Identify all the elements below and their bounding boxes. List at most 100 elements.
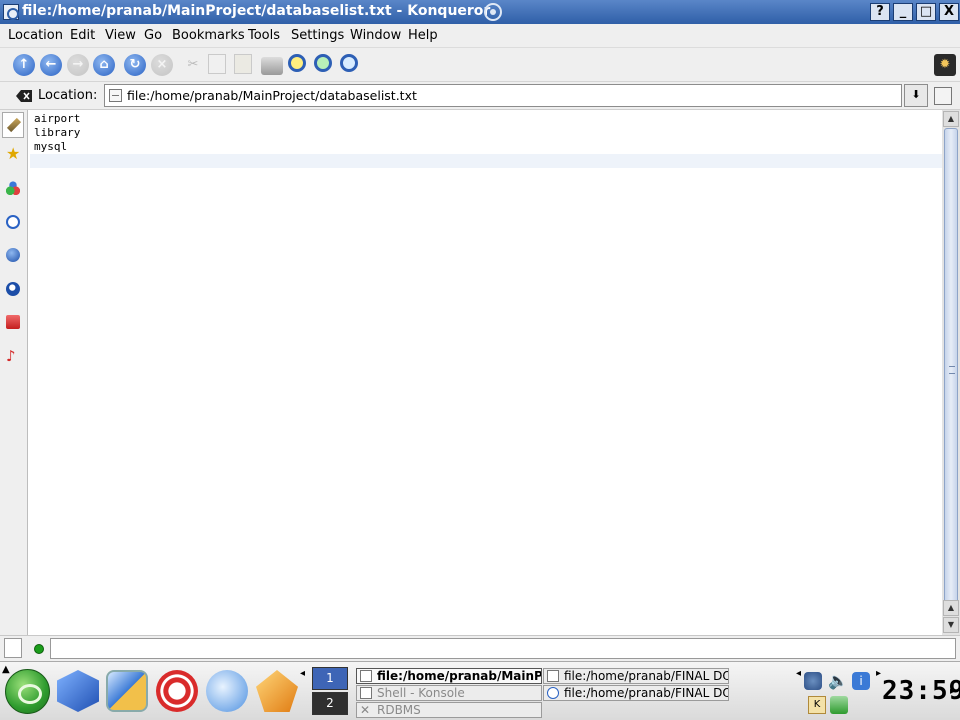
maximize-button[interactable]: □ [916, 3, 936, 21]
throbber-gear-icon: ✹ [934, 54, 956, 76]
text-line: mysql [34, 140, 68, 153]
services-icon [6, 181, 20, 195]
forward-icon[interactable]: → [67, 54, 89, 76]
konqueror-window-icon[interactable] [3, 4, 19, 20]
status-text-field [50, 638, 956, 659]
close-button[interactable]: X [939, 3, 959, 21]
scroll-down-arrow[interactable]: ▼ [943, 617, 959, 633]
menu-view[interactable]: View [105, 28, 136, 43]
menu-window[interactable]: Window [350, 28, 401, 43]
sidebar-root-button[interactable] [2, 277, 24, 303]
kmenu-button[interactable] [5, 669, 50, 714]
scroll-up-arrow-lower[interactable]: ▲ [943, 600, 959, 616]
panel-collapse-icon[interactable]: ▲ [2, 664, 10, 675]
zoom-out-icon[interactable] [314, 54, 332, 72]
tray-arrow-icon[interactable]: ◂ [796, 668, 801, 679]
copy-icon[interactable] [208, 54, 226, 74]
scroll-thumb[interactable] [944, 128, 958, 616]
volume-tray-icon[interactable]: 🔈 [828, 672, 848, 690]
task-rdbms[interactable]: ✕ RDBMS [356, 702, 542, 718]
up-icon[interactable]: ↑ [13, 54, 35, 76]
help-button[interactable]: ? [870, 3, 890, 21]
konqueror-task-icon [360, 670, 372, 682]
sidebar-config-button[interactable] [2, 112, 24, 138]
menu-go[interactable]: Go [144, 28, 162, 43]
konqueror-task-icon [547, 687, 559, 699]
view-link-checkbox[interactable] [4, 638, 22, 658]
task-shell-konsole[interactable]: Shell - Konsole [356, 685, 542, 701]
print-icon[interactable] [261, 57, 283, 75]
task-label: Shell - Konsole [377, 686, 465, 700]
sticky-icon[interactable] [484, 3, 502, 21]
document-task-icon [547, 670, 559, 682]
main-toolbar: ↑ ← → ⌂ ↻ × ✂ ✹ [0, 48, 960, 82]
location-history-dropdown[interactable]: ⬇ [904, 84, 928, 107]
menu-bar: Location Edit View Go Bookmarks Tools Se… [0, 24, 960, 48]
location-input[interactable]: file:/home/pranab/MainProject/databaseli… [104, 84, 902, 107]
x-window-task-icon: ✕ [360, 703, 371, 717]
panel-expand-icon[interactable]: ▸ [950, 686, 955, 697]
home-icon[interactable]: ⌂ [93, 54, 115, 76]
task-final-doc-1[interactable]: file:/home/pranab/FINAL DOC [543, 668, 729, 684]
status-led-icon [34, 644, 44, 654]
konsole-task-icon [360, 687, 372, 699]
back-icon[interactable]: ← [40, 54, 62, 76]
task-label: file:/home/pranab/MainProject [377, 669, 542, 683]
sidebar-home-button[interactable] [2, 310, 24, 336]
scroll-up-arrow[interactable]: ▲ [943, 111, 959, 127]
task-label: file:/home/pranab/FINAL DOC [564, 686, 729, 700]
location-url[interactable]: file:/home/pranab/MainProject/databaseli… [127, 88, 417, 103]
history-icon [6, 215, 20, 229]
menu-help[interactable]: Help [408, 28, 438, 43]
sidebar-history-button[interactable] [2, 210, 24, 236]
clock[interactable]: 23:59 [882, 676, 960, 706]
task-konqueror-mainproject[interactable]: file:/home/pranab/MainProject [356, 668, 542, 684]
menu-edit[interactable]: Edit [70, 28, 95, 43]
location-label: Location: [38, 88, 98, 103]
sidebar-network-button[interactable] [2, 243, 24, 269]
task-label: RDBMS [377, 703, 421, 717]
minimize-button[interactable]: _ [893, 3, 913, 21]
task-final-doc-2[interactable]: file:/home/pranab/FINAL DOC [543, 685, 729, 701]
menu-settings[interactable]: Settings [291, 28, 344, 43]
find-icon[interactable] [340, 54, 358, 72]
text-line: airport [34, 112, 81, 125]
window-titlebar[interactable]: file:/home/pranab/MainProject/databaseli… [0, 0, 960, 24]
network-icon [6, 248, 20, 262]
paste-icon[interactable] [234, 54, 252, 74]
desktop-1[interactable]: 1 [312, 667, 348, 690]
reload-icon[interactable]: ↻ [124, 54, 146, 76]
go-button[interactable] [934, 87, 952, 105]
menu-location[interactable]: Location [8, 28, 63, 43]
sidebar-media-button[interactable]: ♪ [2, 344, 24, 370]
vertical-scrollbar[interactable]: ▲ ▲ ▼ [942, 110, 960, 635]
sidebar-services-button[interactable] [2, 176, 24, 202]
navigation-panel: ★ ♪ [0, 110, 28, 635]
menu-bookmarks[interactable]: Bookmarks [172, 28, 245, 43]
panel-arrow-icon[interactable]: ◂ [300, 668, 305, 679]
text-viewer[interactable]: airport library mysql [30, 110, 942, 635]
help-lifebuoy-icon[interactable] [156, 670, 198, 712]
home-launcher-icon[interactable] [57, 670, 99, 712]
updater-tray-icon[interactable] [830, 696, 848, 714]
konqueror-launcher-icon[interactable] [106, 670, 148, 712]
network-tray-icon[interactable] [804, 672, 822, 690]
tray-arrow-icon-2[interactable]: ▸ [876, 668, 881, 679]
zoom-in-icon[interactable] [288, 54, 306, 72]
klipper-tray-icon[interactable]: K [808, 696, 826, 714]
root-folder-icon [6, 282, 20, 296]
media-icon: ♪ [6, 347, 16, 365]
kget-launcher-icon[interactable] [206, 670, 248, 712]
office-launcher-icon[interactable] [256, 670, 298, 712]
stop-icon[interactable]: × [151, 54, 173, 76]
status-bar [0, 635, 960, 661]
clear-location-icon[interactable] [16, 90, 32, 102]
desktop-pager: 1 2 [312, 667, 350, 717]
cut-icon[interactable]: ✂ [182, 54, 204, 76]
text-file-icon [109, 89, 122, 102]
window-title: file:/home/pranab/MainProject/databaseli… [22, 3, 491, 19]
info-tray-icon[interactable]: i [852, 672, 870, 690]
menu-tools[interactable]: Tools [248, 28, 280, 43]
desktop-2[interactable]: 2 [312, 692, 348, 715]
sidebar-bookmarks-button[interactable]: ★ [2, 142, 24, 168]
